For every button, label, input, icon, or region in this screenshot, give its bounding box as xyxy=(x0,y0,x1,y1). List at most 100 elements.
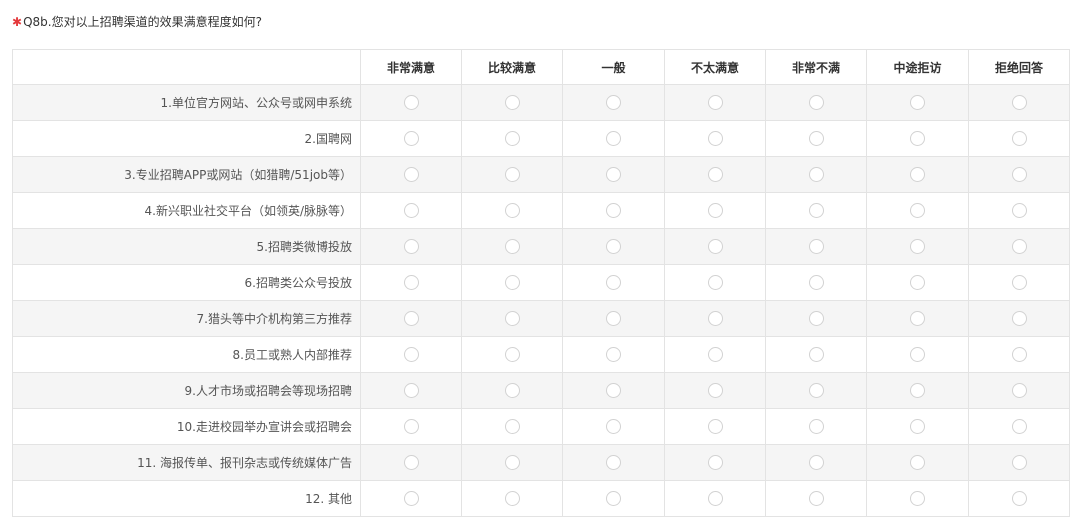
radio-button[interactable] xyxy=(606,311,621,326)
option-cell xyxy=(968,372,1070,409)
radio-button[interactable] xyxy=(504,455,520,470)
radio-button[interactable] xyxy=(403,275,419,290)
option-cell xyxy=(562,192,665,229)
radio-button[interactable] xyxy=(1011,95,1027,110)
radio-button[interactable] xyxy=(707,203,723,218)
radio-button[interactable] xyxy=(504,167,520,182)
radio-button[interactable] xyxy=(707,383,723,398)
radio-button[interactable] xyxy=(504,347,520,362)
radio-button[interactable] xyxy=(808,203,824,218)
radio-button[interactable] xyxy=(1011,131,1027,146)
radio-button[interactable] xyxy=(606,167,621,182)
radio-button[interactable] xyxy=(504,311,520,326)
radio-button[interactable] xyxy=(504,275,520,290)
option-cell xyxy=(562,156,665,193)
radio-button[interactable] xyxy=(403,167,419,182)
radio-button[interactable] xyxy=(808,239,824,254)
radio-button[interactable] xyxy=(910,347,925,362)
radio-button[interactable] xyxy=(808,275,824,290)
radio-button[interactable] xyxy=(707,275,723,290)
radio-button[interactable] xyxy=(910,311,925,326)
radio-button[interactable] xyxy=(504,383,520,398)
radio-button[interactable] xyxy=(606,347,621,362)
radio-button[interactable] xyxy=(403,491,419,506)
radio-button[interactable] xyxy=(606,131,621,146)
radio-button[interactable] xyxy=(606,275,621,290)
radio-button[interactable] xyxy=(504,203,520,218)
radio-button[interactable] xyxy=(606,383,621,398)
radio-button[interactable] xyxy=(808,347,824,362)
radio-button[interactable] xyxy=(1011,203,1027,218)
radio-button[interactable] xyxy=(606,419,621,434)
radio-button[interactable] xyxy=(606,491,621,506)
radio-button[interactable] xyxy=(808,419,824,434)
radio-button[interactable] xyxy=(910,491,925,506)
radio-button[interactable] xyxy=(403,239,419,254)
radio-button[interactable] xyxy=(403,347,419,362)
option-cell xyxy=(765,408,867,445)
radio-button[interactable] xyxy=(910,383,925,398)
radio-button[interactable] xyxy=(606,203,621,218)
radio-button[interactable] xyxy=(707,491,723,506)
radio-button[interactable] xyxy=(504,95,520,110)
radio-button[interactable] xyxy=(1011,275,1027,290)
radio-button[interactable] xyxy=(808,311,824,326)
table-row: 6.招聘类公众号投放 xyxy=(12,264,1070,301)
radio-button[interactable] xyxy=(1011,491,1027,506)
radio-button[interactable] xyxy=(707,95,723,110)
radio-button[interactable] xyxy=(808,167,824,182)
radio-button[interactable] xyxy=(910,239,925,254)
row-label: 11. 海报传单、报刊杂志或传统媒体广告 xyxy=(12,444,361,481)
option-cell xyxy=(360,192,462,229)
option-cell xyxy=(360,336,462,373)
radio-button[interactable] xyxy=(1011,347,1027,362)
radio-button[interactable] xyxy=(1011,383,1027,398)
radio-button[interactable] xyxy=(606,95,621,110)
radio-button[interactable] xyxy=(504,131,520,146)
radio-button[interactable] xyxy=(910,275,925,290)
radio-button[interactable] xyxy=(504,419,520,434)
radio-button[interactable] xyxy=(403,95,419,110)
radio-button[interactable] xyxy=(707,311,723,326)
option-cell xyxy=(866,444,969,481)
radio-button[interactable] xyxy=(910,203,925,218)
radio-button[interactable] xyxy=(910,455,925,470)
radio-button[interactable] xyxy=(504,491,520,506)
radio-button[interactable] xyxy=(1011,455,1027,470)
radio-button[interactable] xyxy=(707,347,723,362)
radio-button[interactable] xyxy=(403,419,419,434)
radio-button[interactable] xyxy=(606,239,621,254)
radio-button[interactable] xyxy=(707,131,723,146)
option-cell xyxy=(461,444,563,481)
radio-button[interactable] xyxy=(403,455,419,470)
radio-button[interactable] xyxy=(1011,239,1027,254)
radio-button[interactable] xyxy=(1011,167,1027,182)
radio-button[interactable] xyxy=(1011,311,1027,326)
option-cell xyxy=(360,300,462,337)
option-cell xyxy=(968,192,1070,229)
radio-button[interactable] xyxy=(707,239,723,254)
radio-button[interactable] xyxy=(403,311,419,326)
radio-button[interactable] xyxy=(910,95,925,110)
radio-button[interactable] xyxy=(403,383,419,398)
radio-button[interactable] xyxy=(808,491,824,506)
column-header: 中途拒访 xyxy=(866,49,969,85)
radio-button[interactable] xyxy=(910,419,925,434)
radio-button[interactable] xyxy=(707,167,723,182)
radio-button[interactable] xyxy=(707,455,723,470)
radio-button[interactable] xyxy=(808,95,824,110)
radio-button[interactable] xyxy=(910,167,925,182)
radio-button[interactable] xyxy=(707,419,723,434)
radio-button[interactable] xyxy=(808,455,824,470)
radio-button[interactable] xyxy=(504,239,520,254)
radio-button[interactable] xyxy=(403,131,419,146)
radio-button[interactable] xyxy=(606,455,621,470)
radio-button[interactable] xyxy=(403,203,419,218)
radio-button[interactable] xyxy=(1011,419,1027,434)
radio-button[interactable] xyxy=(808,383,824,398)
radio-button[interactable] xyxy=(808,131,824,146)
table-row: 5.招聘类微博投放 xyxy=(12,228,1070,265)
radio-button[interactable] xyxy=(910,131,925,146)
table-row: 9.人才市场或招聘会等现场招聘 xyxy=(12,372,1070,409)
option-cell xyxy=(664,480,766,517)
